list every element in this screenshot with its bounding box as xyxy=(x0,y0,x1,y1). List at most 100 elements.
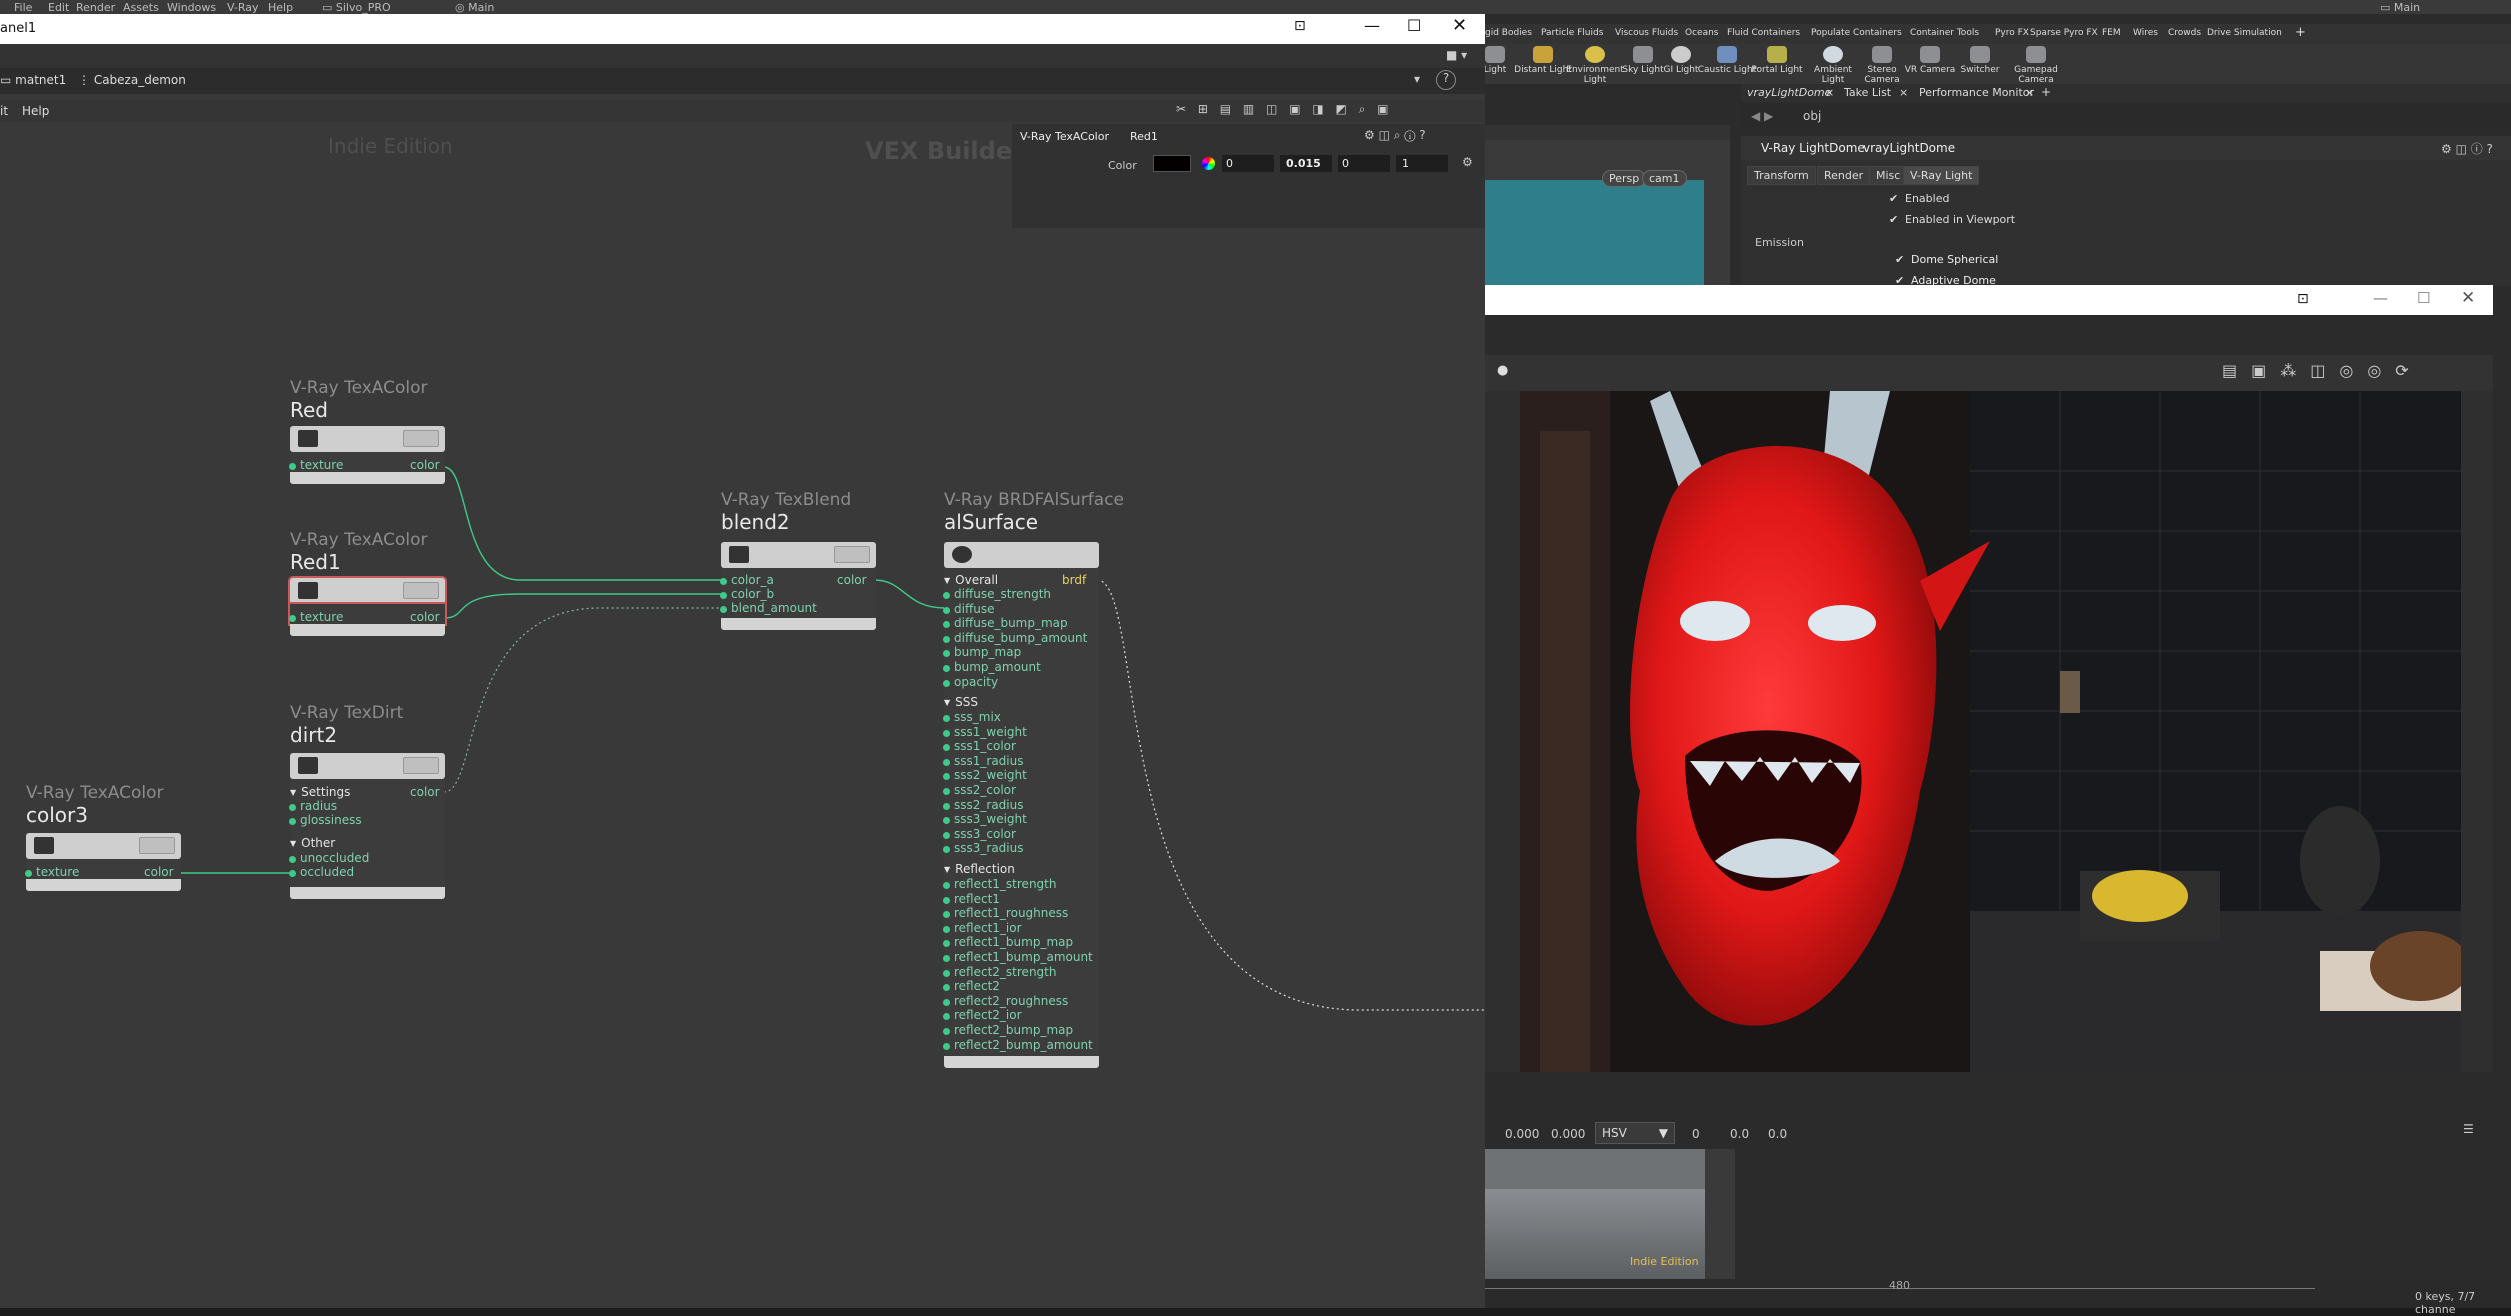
node-header[interactable] xyxy=(290,578,445,604)
tab-vray-light[interactable]: V-Ray Light xyxy=(1903,166,1980,185)
color-r-field[interactable]: 0 xyxy=(1222,155,1274,172)
help-icon[interactable]: ? xyxy=(1436,70,1456,90)
emission-section[interactable]: Emission xyxy=(1755,236,1804,249)
path-root[interactable]: ▭ matnet1 xyxy=(0,73,66,87)
menu-help[interactable]: Help xyxy=(268,1,293,14)
minimize-icon[interactable]: — xyxy=(1364,16,1380,35)
node-header[interactable] xyxy=(290,753,445,779)
maximize-icon[interactable]: ☐ xyxy=(2417,289,2430,307)
port-reflect1-ior[interactable]: reflect1_ior xyxy=(943,921,1022,935)
port-reflect2[interactable]: reflect2 xyxy=(943,979,1000,993)
node-footer[interactable] xyxy=(26,879,181,891)
node-footer[interactable] xyxy=(290,887,445,899)
port-reflect2-bump-map[interactable]: reflect2_bump_map xyxy=(942,1023,1073,1037)
menu-render[interactable]: Render xyxy=(76,1,115,14)
port-color-out[interactable]: color xyxy=(410,610,440,624)
node-header[interactable] xyxy=(721,542,876,568)
path-dropdown-icon[interactable]: ▾ xyxy=(1414,72,1420,86)
port-texture-in[interactable]: texture xyxy=(288,458,343,472)
port-sss1-color[interactable]: sss1_color xyxy=(943,739,1016,753)
section-overall[interactable]: Overall xyxy=(944,573,998,587)
shelf-tab-viscous-fluids[interactable]: Viscous Fluids xyxy=(1615,28,1678,38)
node-flags[interactable] xyxy=(403,430,439,447)
color-a-field[interactable]: 1 xyxy=(1396,155,1448,172)
port-texture-in[interactable]: texture xyxy=(24,865,79,879)
port-reflect2-ior[interactable]: reflect2_ior xyxy=(943,1008,1022,1022)
node-flags[interactable] xyxy=(403,757,439,774)
port-reflect2-bump-amount[interactable]: reflect2_bump_amount xyxy=(943,1038,1093,1052)
pane-menu-icon[interactable]: ■ ▾ xyxy=(1446,48,1467,62)
shelf-tab-pyro-fx[interactable]: Pyro FX xyxy=(1995,28,2029,38)
close-icon[interactable]: ✕ xyxy=(2461,288,2475,308)
node-name-label[interactable]: dirt2 xyxy=(290,723,337,747)
menu-edit[interactable]: Edit xyxy=(48,1,69,14)
port-sss1-weight[interactable]: sss1_weight xyxy=(943,725,1027,739)
node-header[interactable] xyxy=(26,833,181,859)
port-occluded[interactable]: occluded xyxy=(288,865,354,879)
add-pane-tab-button[interactable]: + xyxy=(2041,85,2051,99)
port-glossiness[interactable]: glossiness xyxy=(289,813,362,827)
port-color-out[interactable]: color xyxy=(410,785,440,799)
port-reflect1-bump-map[interactable]: reflect1_bump_map xyxy=(942,935,1073,949)
main-desktop-label[interactable]: ▭ Main xyxy=(2380,1,2420,14)
node-flags[interactable] xyxy=(834,546,870,563)
section-other[interactable]: Other xyxy=(290,836,335,850)
close-icon[interactable]: ✕ xyxy=(1452,15,1467,36)
tab-transform[interactable]: Transform xyxy=(1747,166,1816,185)
pane-tab-take-list[interactable]: Take List xyxy=(1844,86,1891,99)
menu-assets[interactable]: Assets xyxy=(123,1,159,14)
path-child[interactable]: ⋮ Cabeza_demon xyxy=(78,73,186,87)
shelf-tab-container-tools[interactable]: Container Tools xyxy=(1910,28,1979,38)
shelf-tab-oceans[interactable]: Oceans xyxy=(1685,28,1718,38)
color-swatch[interactable] xyxy=(1153,155,1191,172)
node-header[interactable] xyxy=(290,426,445,452)
pane-tab-close-icon[interactable]: × xyxy=(1899,86,1908,99)
port-reflect1-bump-amount[interactable]: reflect1_bump_amount xyxy=(943,950,1093,964)
port-opacity[interactable]: opacity xyxy=(942,675,998,689)
node-name-label[interactable]: color3 xyxy=(26,803,88,827)
desktop-selector[interactable]: ▭ Silvo_PRO xyxy=(322,1,391,14)
port-blend-amount[interactable]: blend_amount xyxy=(720,601,817,615)
shelf-tool-switcher[interactable]: Switcher xyxy=(1950,44,2010,84)
scene-viewport[interactable]: Persp cam1 xyxy=(1485,140,1730,290)
color-picker-icon[interactable] xyxy=(1202,157,1215,170)
gear-icon[interactable]: ⚙ xyxy=(1462,155,1473,169)
section-reflection[interactable]: Reflection xyxy=(944,862,1015,876)
shelf-tab-wires[interactable]: Wires xyxy=(2133,28,2158,38)
port-diffuse[interactable]: diffuse xyxy=(942,602,994,616)
port-reflect1-strength[interactable]: reflect1_strength xyxy=(942,877,1056,891)
port-color-out[interactable]: color xyxy=(410,458,440,472)
dome-spherical-checkbox[interactable]: ✔ xyxy=(1895,253,1904,266)
parm-node-name[interactable]: vrayLightDome xyxy=(1863,141,1955,155)
vfb-history-icon[interactable]: ☰ xyxy=(2463,1122,2474,1136)
port-texture-in[interactable]: texture xyxy=(288,610,343,624)
shelf-tab-crowds[interactable]: Crowds xyxy=(2168,28,2201,38)
shelf-tab-sparse-pyro-fx[interactable]: Sparse Pyro FX xyxy=(2030,28,2098,38)
render-image[interactable] xyxy=(1520,391,2461,1072)
port-bump-amount[interactable]: bump_amount xyxy=(943,660,1041,674)
port-sss3-color[interactable]: sss3_color xyxy=(943,827,1016,841)
node-flags[interactable] xyxy=(403,582,439,599)
render-sphere-icon[interactable]: ● xyxy=(1497,363,1508,378)
port-sss3-radius[interactable]: sss3_radius xyxy=(943,841,1024,855)
shelf-tab-rigid-bodies[interactable]: gid Bodies xyxy=(1485,28,1532,38)
camera-menu[interactable]: cam1 xyxy=(1642,170,1687,187)
port-unoccluded[interactable]: unoccluded xyxy=(288,851,369,865)
path-obj[interactable]: obj xyxy=(1803,109,1821,123)
node-footer[interactable] xyxy=(290,624,445,636)
port-color-b[interactable]: color_b xyxy=(719,587,774,601)
tab-render[interactable]: Render xyxy=(1817,166,1871,185)
port-reflect1-roughness[interactable]: reflect1_roughness xyxy=(942,906,1068,920)
maximize-icon[interactable]: ☐ xyxy=(1407,16,1421,35)
tab-misc[interactable]: Misc xyxy=(1869,166,1908,185)
shelf-tool-portal-light[interactable]: Portal Light xyxy=(1747,44,1807,84)
shelf-tool-distant-light[interactable]: Distant Light xyxy=(1513,44,1573,84)
enabled-checkbox[interactable]: ✔ xyxy=(1889,192,1898,205)
timeline[interactable]: 480 0 keys, 7/7 channe xyxy=(1485,1279,2511,1316)
node-header[interactable] xyxy=(944,542,1099,568)
gear-icon[interactable]: ⚙ ◫ ⓘ ? xyxy=(2441,140,2493,157)
vfb-tools-icons[interactable]: ▤▣⁂◫◎◎⟳ xyxy=(2222,361,2423,380)
shelf-tab-populate-containers[interactable]: Populate Containers xyxy=(1811,28,1902,38)
network-editor[interactable]: Indie Edition VEX Builder xyxy=(0,122,1485,1308)
viewport-bottom-tools[interactable] xyxy=(1705,1149,1735,1279)
